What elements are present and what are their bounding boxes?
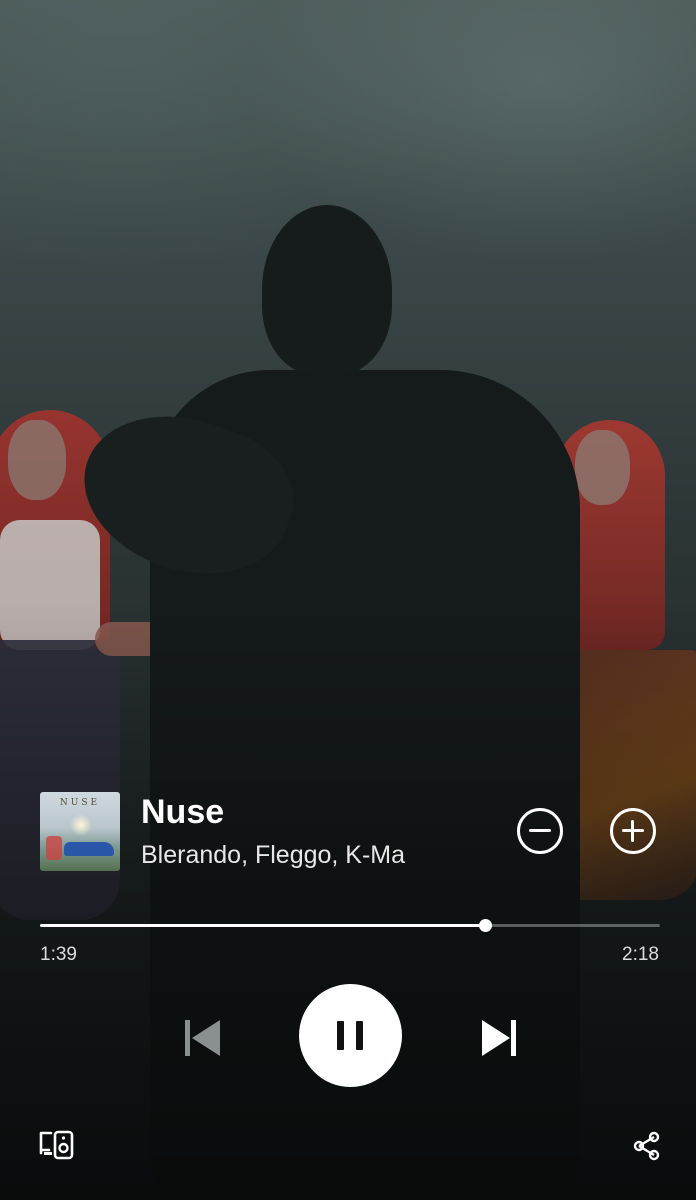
album-cover-text: NUSE (59, 798, 101, 808)
skip-next-icon (482, 1020, 516, 1056)
cover-car (64, 842, 114, 856)
track-info: NUSE Nuse Blerando, Fleggo, K-Ma (40, 792, 658, 872)
remove-button[interactable] (517, 808, 563, 854)
progress-fill (40, 924, 485, 927)
cover-sun (70, 814, 92, 836)
next-button[interactable] (480, 1018, 518, 1058)
connect-device-button[interactable] (39, 1130, 75, 1165)
playback-controls (0, 984, 696, 1088)
track-artists[interactable]: Blerando, Fleggo, K-Ma (141, 840, 463, 870)
track-title[interactable]: Nuse (141, 792, 224, 832)
share-button[interactable] (632, 1131, 662, 1166)
pause-button[interactable] (299, 984, 402, 1087)
connect-device-icon (39, 1130, 74, 1160)
duration-time: 2:18 (622, 944, 659, 965)
elapsed-time: 1:39 (40, 944, 77, 965)
share-icon (633, 1131, 660, 1161)
previous-button[interactable] (184, 1018, 222, 1058)
add-button[interactable] (610, 808, 656, 854)
cover-people (46, 836, 62, 860)
skip-previous-icon (185, 1020, 220, 1056)
progress-knob[interactable] (478, 919, 492, 932)
progress-bar[interactable] (40, 919, 660, 932)
album-cover[interactable]: NUSE (40, 792, 120, 871)
